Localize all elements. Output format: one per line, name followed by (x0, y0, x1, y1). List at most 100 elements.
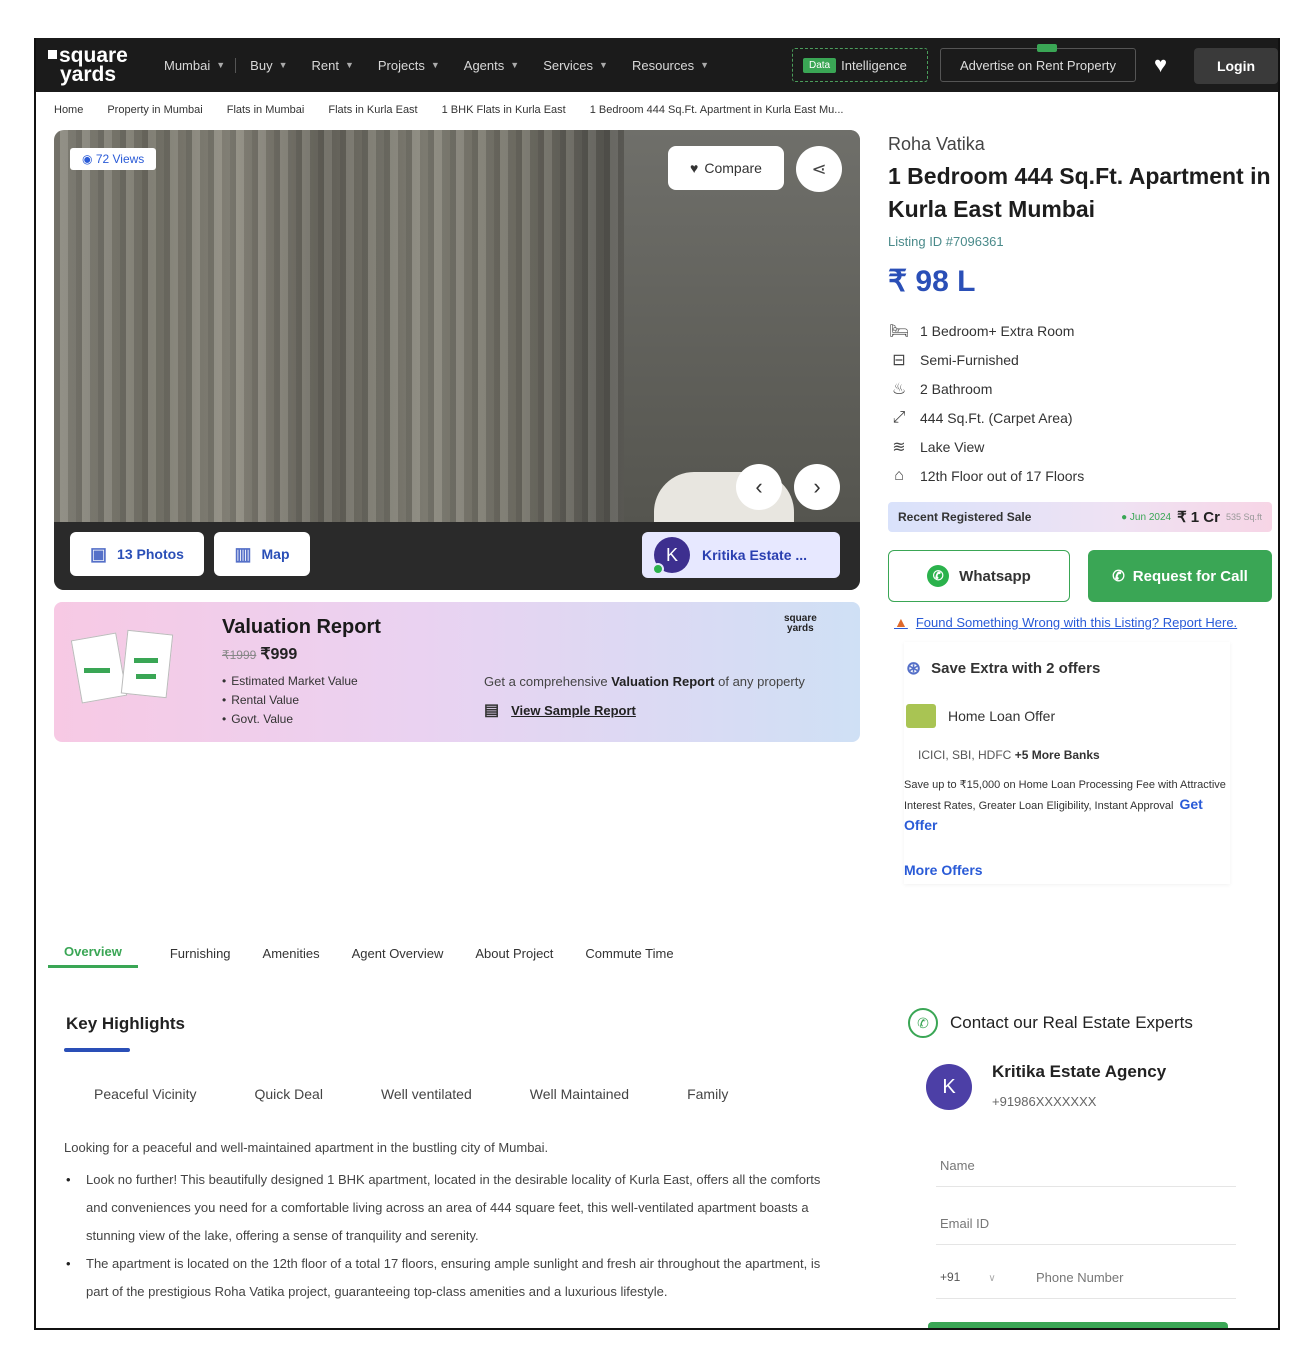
next-photo-button[interactable]: › (794, 464, 840, 510)
breadcrumb-flats-mumbai[interactable]: Flats in Mumbai (227, 104, 305, 116)
share-icon: ⋖ (811, 158, 827, 179)
squareyards-logo: square yards (784, 614, 817, 634)
whatsapp-button[interactable]: ✆ Whatsapp (888, 550, 1070, 602)
breadcrumb-flats-kurla[interactable]: Flats in Kurla East (328, 104, 417, 116)
feature-text: Lake View (920, 438, 985, 455)
eye-icon: ◉ (82, 152, 96, 166)
report-page-2 (120, 629, 174, 699)
breadcrumb-1bhk-kurla[interactable]: 1 BHK Flats in Kurla East (442, 104, 566, 116)
heart-icon: ♥ (690, 160, 699, 176)
description-list: Look no further! This beautifully design… (66, 1166, 842, 1306)
valuation-report-banner[interactable]: Valuation Report ₹1999₹999 Estimated Mar… (54, 602, 860, 742)
nav-services[interactable]: Services ▼ (543, 58, 608, 73)
nav-item-label: Agents (463, 57, 505, 73)
submit-button[interactable] (928, 1322, 1228, 1328)
more-offers-link[interactable]: More Offers (904, 862, 983, 878)
view-sample-report-link[interactable]: ▤ View Sample Report (484, 700, 636, 720)
breadcrumb-home[interactable]: Home (54, 104, 83, 116)
recent-sale-label: Recent Registered Sale (898, 510, 1032, 524)
tab-overview[interactable]: Overview (48, 944, 138, 968)
phone-number-field[interactable]: Phone Number (1036, 1270, 1123, 1285)
cta-bold: Valuation Report (611, 674, 715, 689)
map-button[interactable]: ▥ Map (214, 532, 310, 576)
chevron-down-icon: ▼ (278, 60, 288, 70)
bank-list: ICICI, SBI, HDFC +5 More Banks (918, 748, 1100, 762)
discount-icon: ⊛ (906, 658, 922, 678)
nav-resources[interactable]: Resources ▼ (632, 58, 709, 73)
report-text: Found Something Wrong with this Listing?… (915, 614, 1238, 630)
name-field[interactable]: Name (940, 1158, 975, 1173)
list-item: Rental Value (222, 691, 358, 710)
email-field[interactable]: Email ID (940, 1216, 989, 1231)
breadcrumb-property-mumbai[interactable]: Property in Mumbai (107, 104, 202, 116)
area-icon: ⤢ (892, 408, 906, 426)
compare-button[interactable]: ♥ Compare (668, 146, 784, 190)
save-extra-heading: ⊛ Save Extra with 2 offers (906, 658, 1100, 679)
valuation-title: Valuation Report (222, 616, 381, 638)
report-bar (136, 674, 156, 679)
highlight-chip: Quick Deal (254, 1086, 323, 1102)
feature-bedrooms: 🛏 1 Bedroom+ Extra Room (888, 316, 1084, 345)
report-listing-link[interactable]: ▲ Found Something Wrong with this Listing… (894, 614, 1237, 630)
nav-buy[interactable]: Buy ▼ (250, 58, 287, 73)
gallery-photo-curtain (54, 130, 624, 522)
agent-chip[interactable]: K Kritika Estate ... (642, 532, 840, 578)
tab-commute-time[interactable]: Commute Time (585, 946, 673, 967)
tab-furnishing[interactable]: Furnishing (170, 946, 231, 967)
nav-projects[interactable]: Projects ▼ (378, 58, 440, 73)
avatar-initial: K (665, 544, 678, 565)
nav-rent[interactable]: Rent ▼ (312, 58, 354, 73)
tab-agent-overview[interactable]: Agent Overview (352, 946, 444, 967)
recent-sale-amount: ₹ 1 Cr (1177, 509, 1220, 526)
country-code-select[interactable]: +91 ∨ (940, 1270, 996, 1284)
heart-icon[interactable]: ♥ (1154, 54, 1167, 76)
recent-sale-area: 535 Sq.ft (1225, 512, 1262, 522)
feature-text: Semi-Furnished (920, 351, 1019, 368)
list-item: Look no further! This beautifully design… (66, 1166, 842, 1250)
warning-icon: ▲ (894, 614, 908, 630)
key-highlights-underline (64, 1048, 130, 1052)
chevron-right-icon: › (813, 474, 821, 499)
share-button[interactable]: ⋖ (796, 146, 842, 192)
nav-item-label: Mumbai (164, 57, 211, 73)
nav-menu: Mumbai ▼ Buy ▼ Rent ▼ Projects ▼ Agents ▼ Ser… (164, 38, 733, 92)
map-label: Map (261, 546, 290, 562)
request-call-button[interactable]: ✆ Request for Call (1088, 550, 1272, 602)
phone-field-underline (936, 1298, 1236, 1299)
nav-item-label: Buy (250, 57, 273, 73)
tab-about-project[interactable]: About Project (475, 946, 553, 967)
listing-id: Listing ID #7096361 (888, 234, 1004, 249)
nav-city-mumbai[interactable]: Mumbai ▼ (164, 57, 237, 73)
photo-gallery[interactable]: ◉ 72 Views ♥ Compare ⋖ ‹ › ▣ 13 Photos ▥ Ma… (54, 130, 860, 590)
valuation-cta-text: Get a comprehensive Valuation Report of … (484, 674, 805, 689)
nav-agents[interactable]: Agents ▼ (464, 58, 519, 73)
login-button[interactable]: Login (1194, 48, 1278, 84)
data-intelligence-button[interactable]: Data Intelligence (792, 48, 928, 82)
feature-text: 444 Sq.Ft. (Carpet Area) (920, 409, 1073, 426)
home-loan-offer[interactable]: Home Loan Offer (906, 704, 1055, 728)
previous-photo-button[interactable]: ‹ (736, 464, 782, 510)
section-tabs: Overview Furnishing Amenities Agent Over… (48, 936, 868, 976)
contact-experts-title: ✆ Contact our Real Estate Experts (908, 1008, 1193, 1038)
page-title: 1 Bedroom 444 Sq.Ft. Apartment in Kurla … (888, 163, 1271, 222)
phone-icon: ✆ (1112, 568, 1125, 585)
tab-amenities[interactable]: Amenities (263, 946, 320, 967)
cta-suffix: of any property (718, 674, 805, 689)
contact-title-text: Contact our Real Estate Experts (950, 1013, 1193, 1032)
photos-button[interactable]: ▣ 13 Photos (70, 532, 204, 576)
list-item: Estimated Market Value (222, 672, 358, 691)
highlight-chip: Peaceful Vicinity (94, 1086, 197, 1102)
save-extra-text: Save Extra with 2 offers (931, 660, 1101, 677)
nav-item-label: Projects (377, 57, 425, 73)
key-highlights-title: Key Highlights (66, 1014, 186, 1033)
loan-desc-text: Save up to ₹15,000 on Home Loan Processi… (904, 779, 1226, 812)
chevron-down-icon: ∨ (988, 1273, 996, 1284)
logo[interactable]: square yards (48, 45, 128, 85)
feature-view: ≋ Lake View (888, 432, 1084, 461)
chevron-down-icon: ▼ (430, 60, 440, 70)
advertise-property-button[interactable]: Advertise on Rent Property (940, 44, 1136, 82)
feature-text: 1 Bedroom+ Extra Room (920, 322, 1075, 339)
agent-phone: +91986XXXXXXX (992, 1094, 1097, 1109)
project-name[interactable]: Roha Vatika (888, 134, 985, 155)
recent-registered-sale[interactable]: Recent Registered Sale ● Jun 2024 ₹ 1 Cr… (888, 502, 1272, 532)
